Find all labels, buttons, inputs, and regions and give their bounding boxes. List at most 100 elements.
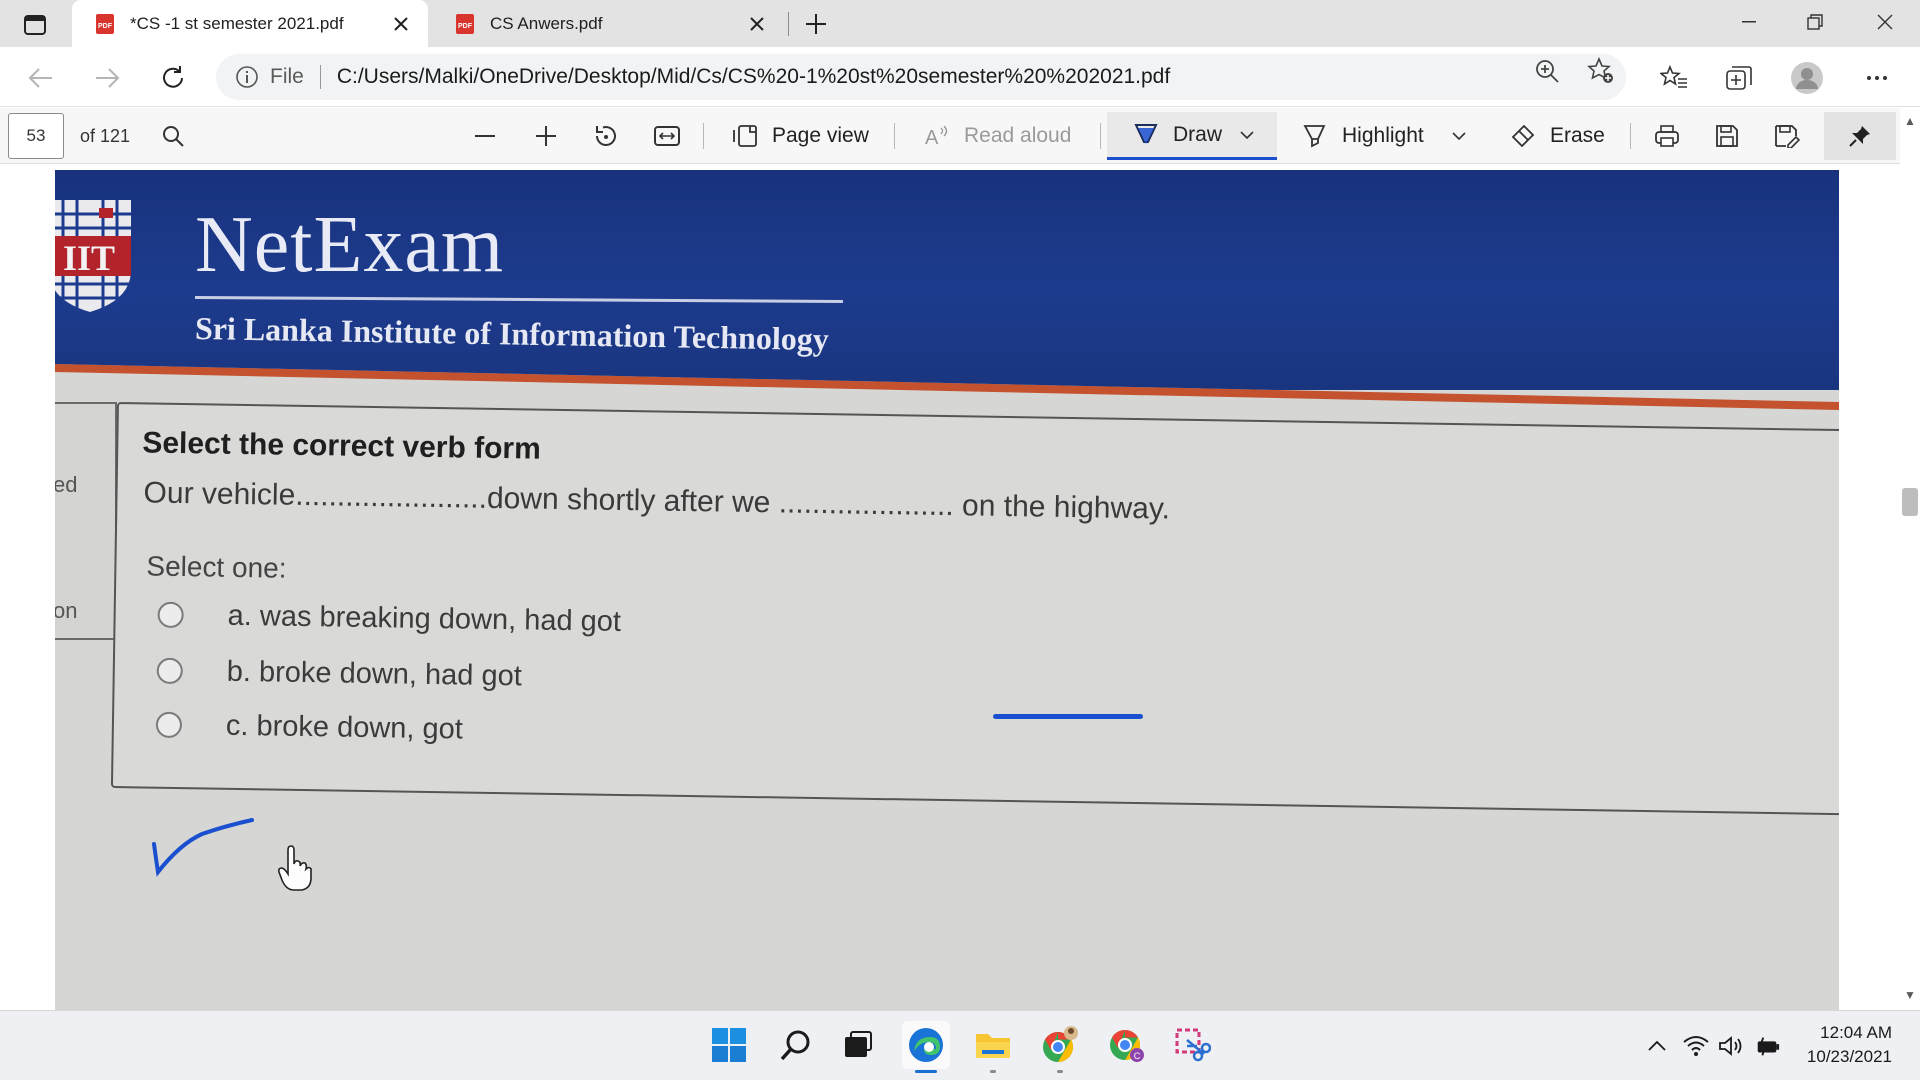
option-a[interactable]: a. was breaking down, had got bbox=[157, 595, 621, 642]
highlight-button[interactable]: Highlight bbox=[1300, 112, 1466, 160]
taskbar-chrome-profile-1[interactable] bbox=[1036, 1021, 1084, 1073]
svg-text:C: C bbox=[1134, 1051, 1141, 1061]
arrow-left-icon bbox=[28, 68, 52, 88]
read-aloud-button[interactable]: A Read aloud bbox=[922, 112, 1071, 160]
info-icon[interactable] bbox=[234, 64, 260, 90]
url-text[interactable]: C:/Users/Malki/OneDrive/Desktop/Mid/Cs/C… bbox=[337, 65, 1170, 89]
plus-icon bbox=[806, 14, 826, 34]
taskbar-snipping-tool[interactable] bbox=[1168, 1021, 1216, 1069]
page-number-input[interactable] bbox=[8, 113, 64, 159]
tab-cs-semester[interactable]: PDF *CS -1 st semester 2021.pdf bbox=[72, 0, 428, 47]
draw-pen-icon bbox=[1134, 123, 1158, 144]
navigation-bar: File C:/Users/Malki/OneDrive/Desktop/Mid… bbox=[0, 47, 1920, 107]
scroll-up-icon[interactable]: ▲ bbox=[1904, 114, 1916, 128]
page-count: of 121 bbox=[80, 126, 131, 146]
chrome-icon: C bbox=[1110, 1030, 1144, 1062]
vertical-scrollbar[interactable]: ▲ ▼ bbox=[1900, 108, 1920, 1010]
settings-more-button[interactable] bbox=[1858, 59, 1896, 97]
page-view-icon bbox=[733, 125, 757, 147]
draw-button[interactable]: Draw bbox=[1107, 112, 1277, 160]
zoom-out-button[interactable] bbox=[470, 121, 500, 151]
wifi-status[interactable] bbox=[1683, 1033, 1709, 1059]
toolbar-separator bbox=[703, 123, 704, 149]
task-view-button[interactable] bbox=[834, 1021, 882, 1069]
radio-button[interactable] bbox=[155, 711, 183, 739]
option-c[interactable]: c. broke down, got bbox=[155, 705, 464, 750]
erase-button[interactable]: Erase bbox=[1508, 112, 1605, 160]
task-view-icon bbox=[845, 1031, 872, 1057]
pin-toolbar-button[interactable] bbox=[1824, 112, 1896, 160]
rotate-icon bbox=[596, 126, 616, 146]
option-label: a. was breaking down, had got bbox=[227, 599, 622, 638]
zoom-in-button[interactable] bbox=[531, 121, 561, 151]
taskbar-chrome-profile-2[interactable]: C bbox=[1103, 1021, 1151, 1069]
print-button[interactable] bbox=[1652, 121, 1682, 151]
volume-status[interactable] bbox=[1718, 1033, 1744, 1059]
option-b[interactable]: b. broke down, had got bbox=[156, 651, 522, 697]
taskbar-search-button[interactable] bbox=[772, 1021, 820, 1069]
zoom-button[interactable] bbox=[1533, 57, 1561, 85]
pdf-icon: PDF bbox=[96, 13, 114, 34]
save-as-icon bbox=[1775, 125, 1800, 148]
back-button[interactable] bbox=[22, 59, 60, 97]
minus-icon bbox=[475, 135, 495, 137]
start-button[interactable] bbox=[705, 1021, 753, 1069]
favorites-button[interactable] bbox=[1655, 59, 1693, 97]
pdf-viewer[interactable]: IIT NetExam Sri Lanka Institute of Infor… bbox=[0, 164, 1920, 1010]
clock-time: 12:04 AM bbox=[1820, 1023, 1892, 1042]
radio-button[interactable] bbox=[157, 601, 184, 629]
folder-icon bbox=[976, 1034, 1010, 1058]
new-tab-button[interactable] bbox=[800, 8, 832, 40]
select-one-label: Select one: bbox=[146, 550, 287, 584]
radio-button[interactable] bbox=[156, 657, 183, 685]
save-button[interactable] bbox=[1712, 121, 1742, 151]
close-icon[interactable] bbox=[388, 11, 414, 37]
restore-button[interactable] bbox=[1782, 0, 1848, 44]
window-close-button[interactable] bbox=[1852, 0, 1918, 44]
address-bar[interactable]: File C:/Users/Malki/OneDrive/Desktop/Mid… bbox=[216, 54, 1626, 100]
fit-width-button[interactable] bbox=[652, 121, 682, 151]
collections-button[interactable] bbox=[1720, 59, 1758, 97]
avatar-icon bbox=[1791, 62, 1823, 94]
plus-icon bbox=[536, 126, 556, 146]
scroll-thumb[interactable] bbox=[1902, 488, 1918, 516]
close-icon[interactable] bbox=[744, 11, 770, 37]
tab-actions-button[interactable] bbox=[16, 10, 54, 40]
show-hidden-icons-button[interactable] bbox=[1644, 1033, 1670, 1059]
svg-text:PDF: PDF bbox=[98, 23, 113, 30]
taskbar-edge[interactable] bbox=[902, 1021, 950, 1073]
save-icon bbox=[1716, 125, 1738, 147]
minimize-button[interactable] bbox=[1716, 0, 1782, 44]
rotate-button[interactable] bbox=[591, 121, 621, 151]
page-view-button[interactable]: Page view bbox=[730, 112, 869, 160]
find-button[interactable] bbox=[158, 121, 188, 151]
profile-button[interactable] bbox=[1788, 59, 1826, 97]
draw-label: Draw bbox=[1173, 122, 1223, 146]
tab-cs-answers[interactable]: PDF CS Anwers.pdf bbox=[432, 0, 784, 47]
refresh-icon bbox=[163, 66, 183, 88]
save-as-button[interactable] bbox=[1772, 121, 1802, 151]
scroll-down-icon[interactable]: ▼ bbox=[1904, 988, 1916, 1002]
battery-status[interactable] bbox=[1754, 1033, 1780, 1059]
chevron-down-icon[interactable] bbox=[1240, 128, 1254, 142]
refresh-button[interactable] bbox=[154, 59, 192, 97]
toolbar-separator bbox=[1630, 123, 1631, 149]
taskbar: C 12:04 AM 10/23/2021 bbox=[0, 1010, 1920, 1080]
chevron-down-icon[interactable] bbox=[1452, 129, 1466, 143]
pdf-page: IIT NetExam Sri Lanka Institute of Infor… bbox=[55, 170, 1839, 1010]
ink-checkmark-annotation bbox=[152, 818, 254, 877]
eraser-icon bbox=[1511, 124, 1535, 148]
add-favorite-button[interactable] bbox=[1587, 57, 1615, 85]
tab-separator bbox=[788, 12, 789, 36]
highlight-label: Highlight bbox=[1342, 124, 1424, 147]
question-text: Our vehicle.......................down s… bbox=[143, 476, 1171, 526]
zoom-in-icon bbox=[1536, 60, 1559, 83]
forward-button[interactable] bbox=[88, 59, 126, 97]
question-title: Select the correct verb form bbox=[142, 426, 542, 466]
system-clock[interactable]: 12:04 AM 10/23/2021 bbox=[1807, 1021, 1892, 1069]
favorites-icon bbox=[1660, 65, 1687, 88]
ink-underline-annotation bbox=[993, 714, 1143, 719]
edge-icon bbox=[909, 1028, 943, 1062]
taskbar-file-explorer[interactable] bbox=[969, 1021, 1017, 1073]
minimize-icon bbox=[1742, 21, 1756, 23]
